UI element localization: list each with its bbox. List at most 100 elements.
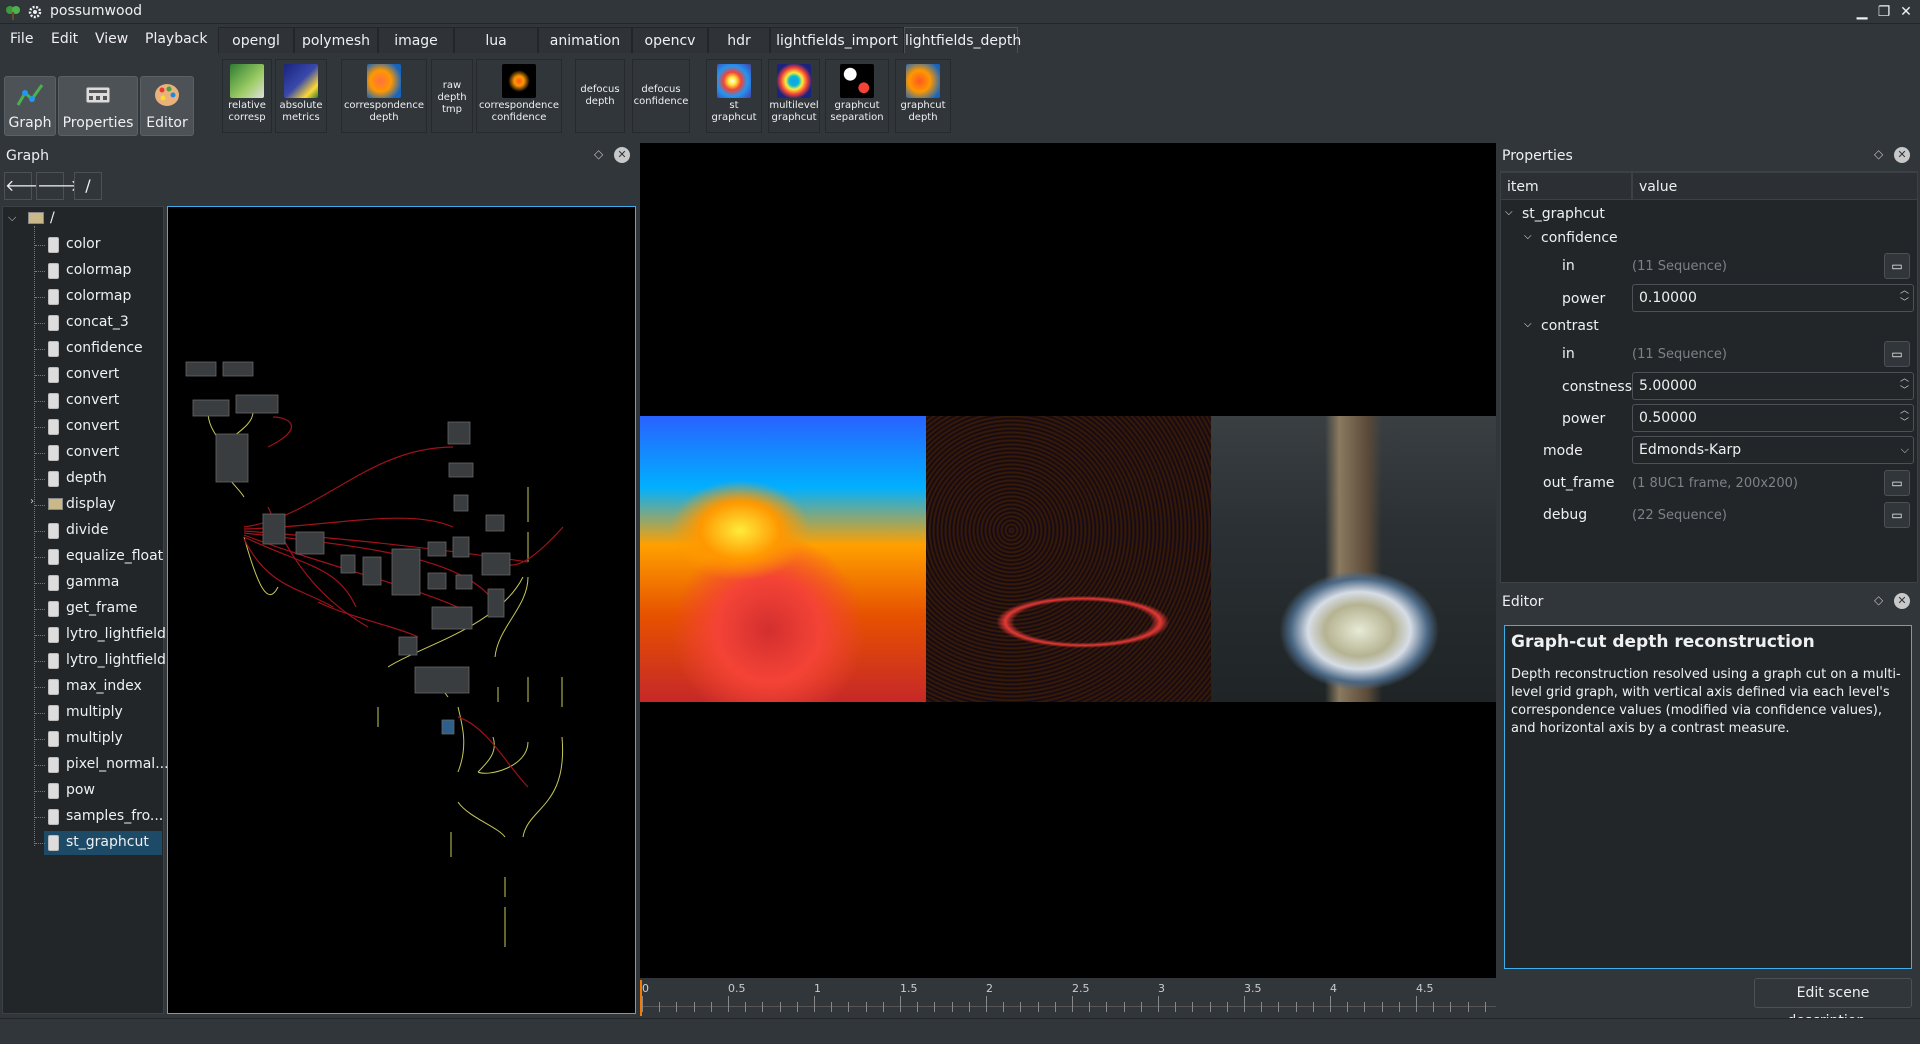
- tree-item[interactable]: pow: [66, 782, 95, 798]
- tree-item[interactable]: colormap: [66, 262, 131, 278]
- tab-lightfields-import[interactable]: lightfields_import: [770, 27, 904, 53]
- tool-absolute-metrics[interactable]: absolute metrics: [275, 59, 327, 133]
- tree-item[interactable]: colormap: [66, 288, 131, 304]
- back-button[interactable]: 🡐: [4, 172, 48, 200]
- float-dock-icon[interactable]: ◇: [594, 147, 603, 161]
- menu-view[interactable]: View: [95, 31, 128, 47]
- path-breadcrumb[interactable]: /: [74, 172, 102, 200]
- column-header-value[interactable]: value: [1632, 172, 1918, 200]
- tool-label: absolute: [279, 100, 323, 111]
- float-dock-icon[interactable]: ◇: [1874, 147, 1883, 161]
- contrast-power-spinbox[interactable]: 0.50000 ︿ ﹀: [1632, 404, 1914, 432]
- node-graph-canvas[interactable]: [167, 206, 636, 1014]
- close-dock-icon[interactable]: ✕: [1894, 593, 1910, 609]
- spin-arrows-icon[interactable]: ︿ ﹀: [1900, 373, 1909, 397]
- tree-item[interactable]: concat_3: [66, 314, 129, 330]
- tree-root[interactable]: /: [50, 210, 55, 226]
- contrast-constness-spinbox[interactable]: 5.00000 ︿ ﹀: [1632, 372, 1914, 400]
- tree-item[interactable]: convert: [66, 392, 119, 408]
- tree-item[interactable]: lytro_lightfield: [66, 652, 166, 668]
- comment-icon[interactable]: ▭: [1884, 253, 1910, 279]
- viewport[interactable]: [640, 143, 1496, 1018]
- tree-item[interactable]: divide: [66, 522, 108, 538]
- prop-contrast-constness: constness: [1562, 379, 1632, 395]
- tree-item[interactable]: convert: [66, 418, 119, 434]
- node-icon: [48, 445, 59, 461]
- forward-button[interactable]: 🡒: [36, 172, 80, 200]
- tree-item[interactable]: convert: [66, 444, 119, 460]
- graph-mode-button[interactable]: Graph: [4, 76, 56, 136]
- tool-correspondence-depth[interactable]: correspondence depth: [341, 59, 427, 133]
- menu-file[interactable]: File: [10, 31, 33, 47]
- tree-item[interactable]: get_frame: [66, 600, 138, 616]
- tool-defocus-depth[interactable]: defocus depth: [575, 59, 625, 133]
- tree-item[interactable]: equalize_float: [66, 548, 163, 564]
- timeline-tick: [745, 1002, 747, 1012]
- node-icon: [48, 835, 59, 851]
- close-dock-icon[interactable]: ✕: [614, 147, 630, 163]
- timeline-tick: [1467, 1002, 1469, 1012]
- tab-opengl[interactable]: opengl: [218, 27, 294, 53]
- tool-relative-corresp[interactable]: relative corresp: [222, 59, 272, 133]
- chevron-down-icon[interactable]: ⌵: [1524, 231, 1532, 242]
- tab-hdr[interactable]: hdr: [708, 27, 770, 53]
- chevron-right-icon[interactable]: ›: [30, 496, 34, 507]
- chevron-down-icon[interactable]: ⌵: [1524, 319, 1532, 330]
- tool-correspondence-confidence[interactable]: correspondence confidence: [476, 59, 562, 133]
- tree-item[interactable]: display: [66, 496, 116, 512]
- tab-image[interactable]: image: [378, 27, 454, 53]
- node-icon: [48, 237, 59, 253]
- minimize-button[interactable]: ▁: [1852, 2, 1872, 22]
- tree-item[interactable]: st_graphcut: [66, 834, 149, 850]
- tree-item[interactable]: confidence: [66, 340, 143, 356]
- editor-text-area[interactable]: Graph-cut depth reconstruction Depth rec…: [1504, 625, 1912, 969]
- tree-item[interactable]: lytro_lightfield: [66, 626, 166, 642]
- comment-icon[interactable]: ▭: [1884, 502, 1910, 528]
- maximize-button[interactable]: ❐: [1874, 2, 1894, 22]
- spin-arrows-icon[interactable]: ︿ ﹀: [1900, 285, 1909, 309]
- tree-item[interactable]: depth: [66, 470, 107, 486]
- tree-item[interactable]: samples_fro...: [66, 808, 163, 824]
- column-header-item[interactable]: item: [1500, 172, 1632, 200]
- tool-defocus-confidence[interactable]: defocus confidence: [632, 59, 690, 133]
- tree-item[interactable]: max_index: [66, 678, 142, 694]
- confidence-power-spinbox[interactable]: 0.10000 ︿ ﹀: [1632, 284, 1914, 312]
- tree-item[interactable]: gamma: [66, 574, 119, 590]
- timeline-tick: [1484, 1002, 1486, 1012]
- chevron-down-icon[interactable]: ⌵: [1505, 207, 1513, 218]
- float-dock-icon[interactable]: ◇: [1874, 593, 1883, 607]
- tab-opencv[interactable]: opencv: [632, 27, 708, 53]
- menu-playback[interactable]: Playback: [145, 31, 207, 47]
- graphcut-separation-icon: [840, 64, 874, 98]
- tool-graphcut-depth[interactable]: graphcut depth: [895, 59, 951, 133]
- tree-item[interactable]: multiply: [66, 730, 123, 746]
- gear-icon[interactable]: [28, 5, 42, 19]
- tool-graphcut-separation[interactable]: graphcut separation: [825, 59, 889, 133]
- tool-raw-depth-tmp[interactable]: raw depth tmp: [431, 59, 473, 133]
- tab-lua[interactable]: lua: [454, 27, 538, 53]
- node-graph[interactable]: [168, 207, 637, 1015]
- editor-mode-button[interactable]: Editor: [140, 76, 194, 136]
- timeline-tick-label: 1: [814, 982, 821, 995]
- tree-item[interactable]: color: [66, 236, 100, 252]
- tab-animation[interactable]: animation: [538, 27, 632, 53]
- properties-mode-button[interactable]: Properties: [58, 76, 138, 136]
- chevron-down-icon[interactable]: ⌵: [8, 211, 16, 225]
- spin-arrows-icon[interactable]: ︿ ﹀: [1900, 405, 1909, 429]
- tree-item[interactable]: multiply: [66, 704, 123, 720]
- tab-polymesh[interactable]: polymesh: [294, 27, 378, 53]
- edit-scene-description-button[interactable]: Edit scene description...: [1754, 978, 1912, 1029]
- tool-st-graphcut[interactable]: st graphcut: [706, 59, 762, 133]
- comment-icon[interactable]: ▭: [1884, 341, 1910, 367]
- close-dock-icon[interactable]: ✕: [1894, 147, 1910, 163]
- tab-lightfields-depth[interactable]: lightfields_depth: [904, 27, 1021, 53]
- menu-edit[interactable]: Edit: [51, 31, 78, 47]
- close-window-button[interactable]: ✕: [1896, 2, 1916, 22]
- tree-item[interactable]: pixel_normal...: [66, 756, 169, 772]
- timeline[interactable]: 0 0.5 1 1.5 2 2.5 3 3.5 4 4.5: [640, 978, 1496, 1018]
- mode-select[interactable]: Edmonds-Karp ⌵: [1632, 436, 1914, 464]
- node-icon: [48, 601, 59, 617]
- comment-icon[interactable]: ▭: [1884, 470, 1910, 496]
- tool-multilevel-graphcut[interactable]: multilevel graphcut: [768, 59, 820, 133]
- tree-item[interactable]: convert: [66, 366, 119, 382]
